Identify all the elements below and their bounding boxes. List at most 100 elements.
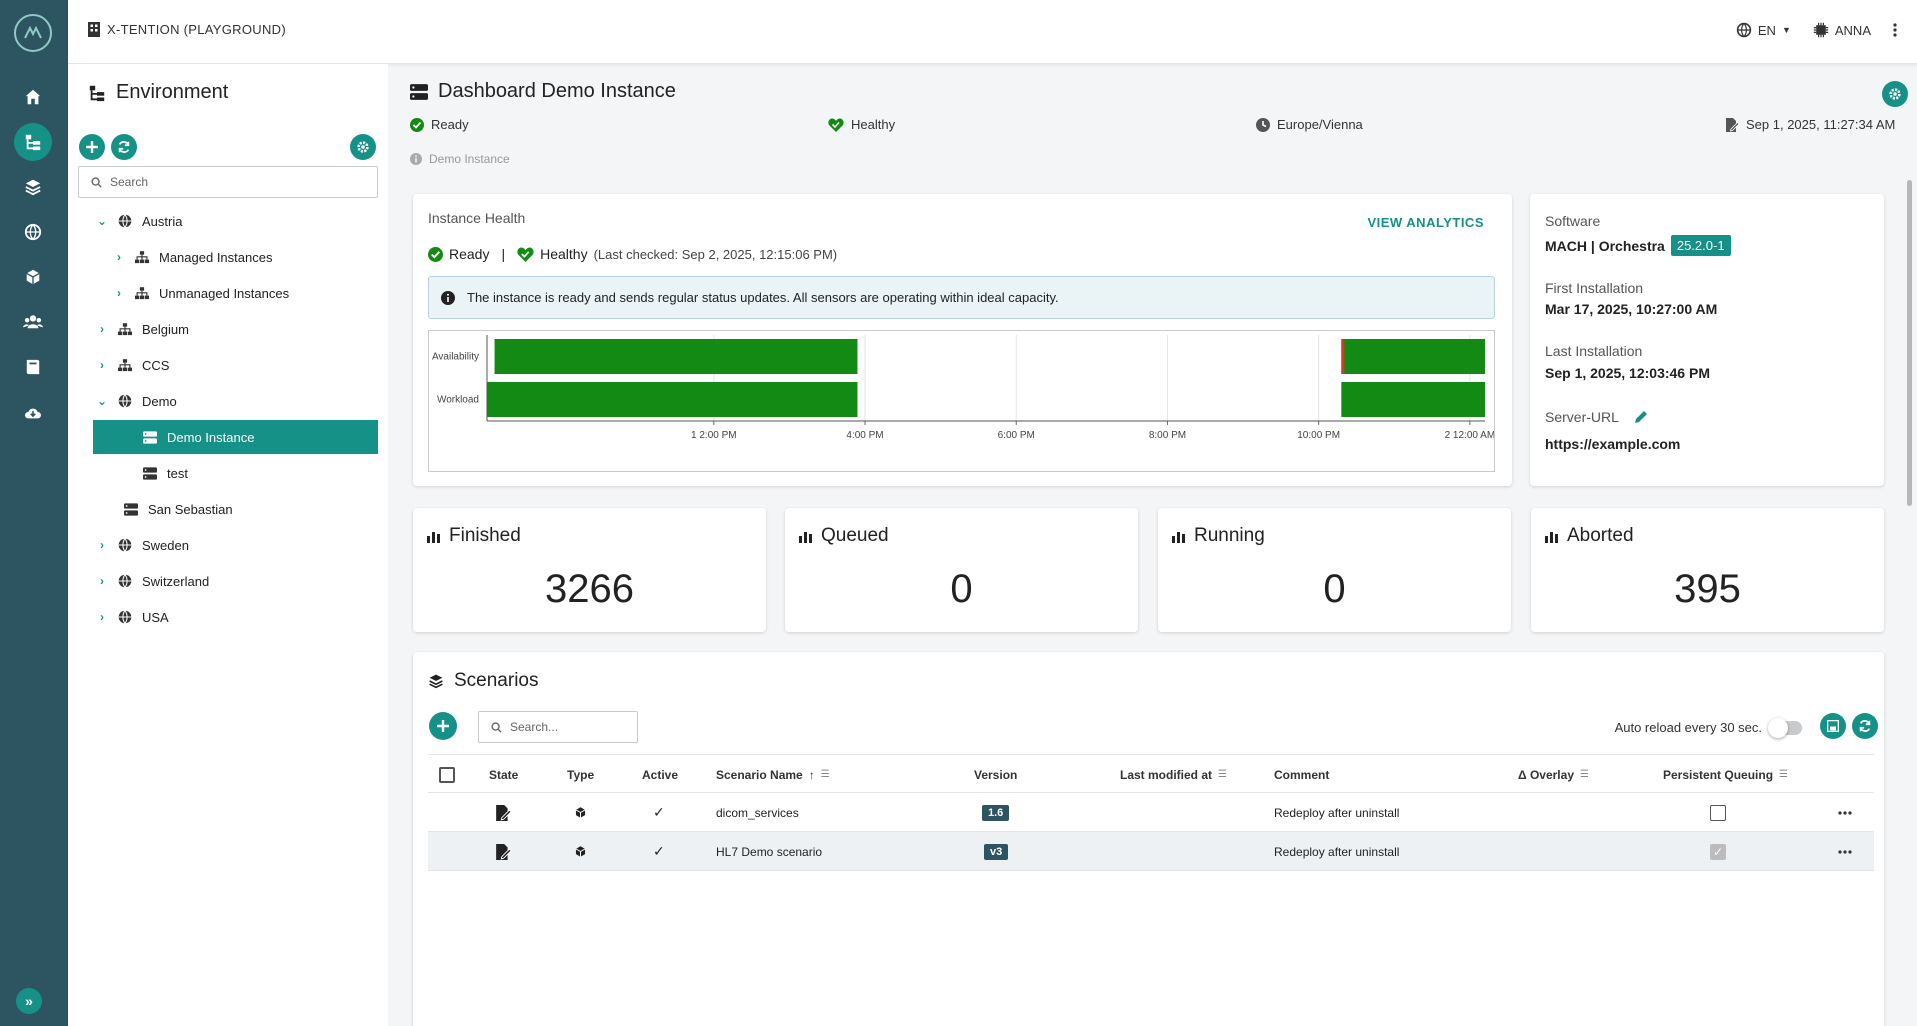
col-state[interactable]: State [489, 755, 518, 794]
stat-value: 0 [1323, 567, 1346, 611]
persistent-queuing-checkbox[interactable]: ✓ [1710, 843, 1726, 860]
col-persistent-queuing[interactable]: Persistent Queuing ☰ [1663, 755, 1788, 794]
cloud-nav[interactable] [14, 393, 52, 431]
col-version[interactable]: Version [974, 755, 1017, 794]
chart-tick-label: 1 2:00 PM [691, 430, 737, 441]
tree-node-label: Managed Instances [159, 249, 273, 265]
stat-label: Aborted [1567, 525, 1634, 546]
bar-chart-icon [1172, 531, 1185, 543]
environment-nav[interactable] [14, 123, 52, 161]
globe-nav[interactable] [14, 213, 52, 251]
page-title-text: Dashboard Demo Instance [438, 80, 676, 102]
col-active[interactable]: Active [642, 755, 678, 794]
filter-icon[interactable]: ☰ [1218, 769, 1227, 780]
chevron-down-icon[interactable]: ⌄ [96, 394, 108, 408]
tree-node-ccs[interactable]: › CCS [96, 348, 169, 382]
tree-node-switzerland[interactable]: › Switzerland [96, 564, 209, 598]
sort-asc-icon[interactable]: ↑ [809, 768, 815, 782]
col-comment[interactable]: Comment [1274, 755, 1329, 794]
cube-icon [26, 269, 40, 285]
last-installation-value: Sep 1, 2025, 12:03:46 PM [1545, 365, 1710, 381]
chevron-right-icon[interactable]: › [96, 610, 108, 624]
scenario-name[interactable]: HL7 Demo scenario [716, 832, 822, 871]
filter-icon[interactable]: ☰ [1779, 769, 1788, 780]
auto-reload-toggle[interactable] [1768, 718, 1802, 738]
tree-settings-button[interactable] [350, 134, 376, 160]
refresh-tree-button[interactable] [111, 134, 137, 160]
expand-rail-button[interactable]: » [16, 988, 42, 1014]
tree-node-san-sebastian[interactable]: San Sebastian [124, 492, 233, 526]
org-name[interactable]: X-TENTION (PLAYGROUND) [88, 22, 286, 37]
tree-node-managed-instances[interactable]: › Managed Instances [113, 240, 272, 274]
search-icon [491, 721, 502, 733]
language-label: EN [1757, 22, 1776, 38]
globe-icon [118, 574, 132, 588]
chevron-right-icon[interactable]: › [96, 322, 108, 336]
layers-nav[interactable] [14, 168, 52, 206]
cube-icon [575, 807, 586, 818]
instance-settings-button[interactable] [1882, 81, 1908, 107]
tree-node-test[interactable]: test [143, 456, 188, 490]
view-analytics-link[interactable]: VIEW ANALYTICS [1367, 215, 1484, 230]
server-icon [124, 502, 138, 516]
table-row[interactable]: ✓ HL7 Demo scenario v3 Redeploy after un… [428, 832, 1874, 871]
col-type[interactable]: Type [567, 755, 594, 794]
tree-node-unmanaged-instances[interactable]: › Unmanaged Instances [113, 276, 289, 310]
health-last-checked: (Last checked: Sep 2, 2025, 12:15:06 PM) [593, 246, 838, 262]
tree-node-demo-instance[interactable]: Demo Instance [93, 420, 378, 454]
packages-nav[interactable] [14, 258, 52, 296]
health-status-text: Healthy [540, 246, 588, 262]
chart-tick-label: 10:00 PM [1297, 430, 1340, 441]
docs-nav[interactable] [14, 348, 52, 386]
tree-node-demo[interactable]: ⌄ Demo [96, 384, 177, 418]
instance-description-text: Demo Instance [429, 152, 510, 166]
col-scenario-name[interactable]: Scenario Name ↑ ☰ [716, 755, 830, 794]
scenario-search-input[interactable]: Search... [478, 711, 638, 743]
stat-card-queued: Queued 0 [785, 508, 1138, 632]
tree-node-austria[interactable]: ⌄ Austria [96, 204, 183, 238]
tree-node-belgium[interactable]: › Belgium [96, 312, 189, 346]
scenario-name[interactable]: dicom_services [716, 793, 799, 832]
tree-search-input[interactable]: Search [78, 166, 378, 198]
page-scrollbar[interactable] [1907, 180, 1912, 506]
home-nav[interactable] [14, 78, 52, 116]
stat-card-running: Running 0 [1158, 508, 1511, 632]
org-label: X-TENTION (PLAYGROUND) [107, 22, 286, 37]
add-node-button[interactable] [79, 134, 105, 160]
health-info-banner: The instance is ready and sends regular … [428, 276, 1495, 319]
users-nav[interactable] [14, 303, 52, 341]
stat-label: Running [1194, 525, 1265, 546]
filter-icon[interactable]: ☰ [1580, 769, 1589, 780]
software-name: MACH | Orchestra 25.2.0-1 [1545, 235, 1731, 256]
select-all-checkbox[interactable] [439, 766, 455, 783]
app-logo[interactable] [14, 14, 52, 52]
user-menu[interactable]: ANNA [1813, 22, 1871, 38]
language-selector[interactable]: EN ▼ [1736, 22, 1791, 38]
pencil-icon[interactable] [1633, 409, 1649, 425]
software-version-badge: 25.2.0-1 [1670, 235, 1731, 256]
chevron-right-icon[interactable]: › [96, 574, 108, 588]
chevron-right-icon[interactable]: › [113, 286, 125, 300]
chevron-right-icon[interactable]: › [96, 538, 108, 552]
active-check: ✓ [653, 804, 665, 820]
persistent-queuing-checkbox[interactable] [1710, 804, 1726, 821]
chevron-down-icon[interactable]: ⌄ [96, 214, 108, 228]
tree-node-usa[interactable]: › USA [96, 600, 169, 634]
row-more-icon[interactable] [1838, 832, 1852, 871]
home-icon [25, 89, 41, 105]
tree-node-sweden[interactable]: › Sweden [96, 528, 189, 562]
row-more-icon[interactable] [1838, 793, 1852, 832]
table-row[interactable]: ✓ dicom_services 1.6 Redeploy after unin… [428, 793, 1874, 832]
auto-reload-label: Auto reload every 30 sec. [1614, 720, 1762, 735]
save-layout-button[interactable] [1820, 713, 1846, 739]
refresh-scenarios-button[interactable] [1852, 713, 1878, 739]
tree-node-label: San Sebastian [148, 501, 233, 517]
chevron-right-icon[interactable]: › [113, 250, 125, 264]
filter-icon[interactable]: ☰ [821, 769, 830, 780]
last-installation-label: Last Installation [1545, 343, 1643, 359]
chevron-right-icon[interactable]: › [96, 358, 108, 372]
more-menu-button[interactable] [1893, 23, 1897, 37]
add-scenario-button[interactable] [429, 712, 457, 740]
col-overlay[interactable]: Δ Overlay ☰ [1518, 755, 1589, 794]
col-last-modified[interactable]: Last modified at ☰ [1120, 755, 1227, 794]
